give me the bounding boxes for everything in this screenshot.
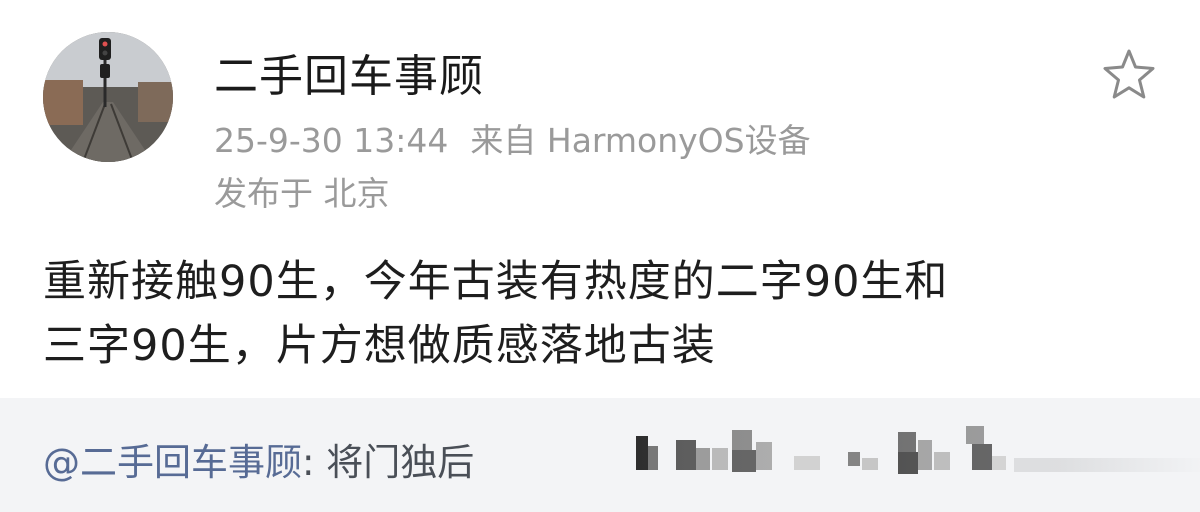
post-meta: 25-9-30 13:44 来自 HarmonyOS设备 [214, 114, 811, 162]
content-line: 三字90生，片方想做质感落地古装 [43, 321, 716, 371]
avatar-photo [43, 32, 173, 162]
avatar[interactable] [43, 32, 173, 162]
content-line: 重新接触90生，今年古装有热度的二字90生和 [43, 257, 949, 307]
repost-text[interactable]: @二手回车事顾: 将门独后 [43, 432, 474, 486]
post-source: 来自 HarmonyOS设备 [470, 121, 811, 160]
repost-body: 将门独后 [326, 441, 475, 484]
post-content: 重新接触90生，今年古装有热度的二字90生和 三字90生，片方想做质感落地古装 [43, 250, 1163, 378]
repost-mention[interactable]: @二手回车事顾 [43, 441, 302, 484]
username[interactable]: 二手回车事顾 [214, 40, 484, 104]
pixelated-redaction [636, 418, 1200, 502]
post-location: 发布于 北京 [214, 174, 390, 213]
post-timestamp: 25-9-30 13:44 [214, 121, 449, 160]
repost-separator: : [302, 441, 327, 484]
star-outline-icon[interactable] [1100, 46, 1158, 104]
weibo-post: 二手回车事顾 25-9-30 13:44 来自 HarmonyOS设备 发布于 北… [0, 0, 1200, 512]
